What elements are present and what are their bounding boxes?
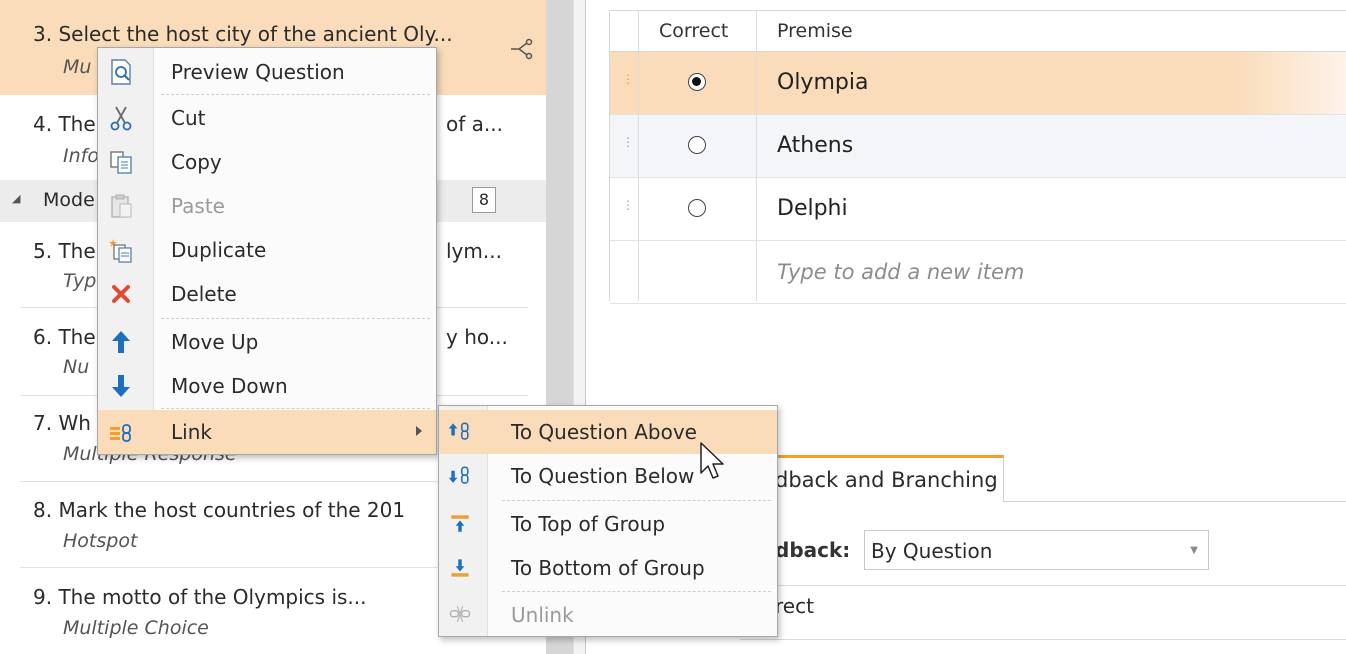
menu-item-move-up[interactable]: Move Up	[98, 320, 436, 364]
question-title: 9. The motto of the Olympics is...	[33, 585, 367, 609]
menu-item-label: Duplicate	[171, 238, 267, 262]
menu-item-paste[interactable]: Paste	[98, 184, 436, 228]
menu-item-duplicate[interactable]: Duplicate	[98, 228, 436, 272]
context-menu: Preview Question Cut Copy Paste Duplicat…	[97, 47, 437, 455]
menu-item-move-down[interactable]: Move Down	[98, 364, 436, 408]
link-submenu: To Question Above To Question Below To T…	[438, 405, 778, 637]
menu-item-cut[interactable]: Cut	[98, 96, 436, 140]
menu-item-link[interactable]: Link	[98, 410, 436, 454]
menu-item-label: Move Up	[171, 330, 259, 354]
menu-item-label: Preview Question	[171, 60, 345, 84]
group-count-badge: 8	[472, 187, 496, 213]
menu-item-label: Paste	[171, 194, 225, 218]
question-type: Nu	[63, 356, 90, 378]
question-title: 5. The	[33, 239, 96, 263]
new-item-placeholder[interactable]: Type to add a new item	[777, 241, 1024, 303]
menu-item-label: Unlink	[511, 603, 574, 627]
collapse-triangle-icon[interactable]: ◢	[12, 192, 20, 205]
question-type: Info	[63, 145, 99, 167]
preview-icon	[111, 59, 131, 85]
link-above-icon	[448, 422, 469, 440]
premise-cell[interactable]: Delphi	[777, 178, 848, 240]
menu-separator	[161, 408, 430, 409]
question-title: 8. Mark the host countries of the 201	[33, 498, 406, 522]
question-title: 7. Wh	[33, 411, 91, 435]
tab-feedback-branching[interactable]: dback and Branching	[740, 455, 1004, 502]
question-title: 6. The	[33, 325, 96, 349]
menu-separator	[502, 591, 771, 592]
divider	[740, 639, 1346, 640]
drag-handle-icon[interactable]: ⋮	[622, 136, 634, 148]
drag-handle-icon[interactable]: ⋮	[622, 199, 634, 211]
menu-item-delete[interactable]: Delete	[98, 272, 436, 316]
menu-item-unlink[interactable]: Unlink	[439, 593, 777, 637]
feedback-label: dback:	[775, 538, 851, 562]
bottom-of-group-icon	[451, 559, 469, 577]
correct-radio[interactable]	[688, 136, 706, 154]
unlink-icon	[449, 606, 471, 623]
chevron-down-icon: ▼	[1190, 545, 1198, 556]
menu-item-label: Delete	[171, 282, 237, 306]
divider	[740, 585, 1346, 586]
menu-item-label: To Top of Group	[511, 512, 666, 536]
feedback-select-value: By Question	[871, 539, 993, 563]
question-title: 4. The	[33, 112, 96, 136]
question-title-tail: y ho...	[446, 325, 508, 349]
menu-item-label: Cut	[171, 106, 206, 130]
arrow-up-icon	[112, 331, 130, 353]
premise-cell[interactable]: Olympia	[777, 52, 868, 114]
question-type: Typ	[63, 270, 97, 292]
scissors-icon	[110, 106, 132, 131]
column-header-premise[interactable]: Premise	[777, 11, 853, 51]
paste-icon	[111, 194, 132, 218]
question-title-tail: of a...	[446, 112, 503, 136]
branch-icon[interactable]	[509, 38, 535, 60]
menu-item-label: To Question Above	[511, 420, 697, 444]
submenu-arrow-icon	[416, 426, 422, 436]
grid-row[interactable]: ⋮ Delphi	[610, 178, 1346, 241]
menu-separator	[161, 94, 430, 95]
duplicate-icon	[109, 239, 132, 263]
answer-grid: Correct Premise ⋮ Olympia ⋮ Athens ⋮ Del…	[609, 10, 1346, 304]
grid-row[interactable]: ⋮ Olympia	[610, 52, 1346, 115]
question-type: Multiple Choice	[63, 617, 209, 639]
group-label: Mode	[43, 189, 95, 211]
tab-label: dback and Branching	[775, 468, 998, 492]
correct-row-label: rect	[775, 594, 814, 618]
question-type: Mu	[63, 56, 92, 78]
copy-icon	[110, 151, 132, 174]
mouse-cursor-icon	[700, 442, 724, 479]
arrow-down-icon	[112, 375, 130, 397]
menu-item-copy[interactable]: Copy	[98, 140, 436, 184]
grid-line	[638, 11, 639, 301]
feedback-select[interactable]: By Question ▼	[864, 530, 1209, 570]
link-below-icon	[448, 466, 469, 484]
menu-item-to-bottom-of-group[interactable]: To Bottom of Group	[439, 546, 777, 590]
menu-item-preview-question[interactable]: Preview Question	[98, 50, 436, 94]
menu-item-label: Move Down	[171, 374, 288, 398]
question-title-tail: lym...	[446, 239, 502, 263]
new-item-row[interactable]: Type to add a new item	[610, 241, 1346, 304]
menu-item-label: Copy	[171, 150, 222, 174]
question-type: Hotspot	[63, 530, 138, 552]
link-icon	[110, 424, 131, 442]
menu-separator	[502, 500, 771, 501]
correct-radio[interactable]	[688, 73, 706, 91]
menu-item-label: To Question Below	[511, 464, 695, 488]
correct-radio[interactable]	[688, 199, 706, 217]
premise-cell[interactable]: Athens	[777, 115, 853, 177]
menu-separator	[161, 318, 430, 319]
menu-item-label: Link	[171, 420, 212, 444]
menu-item-label: To Bottom of Group	[511, 556, 705, 580]
menu-item-to-top-of-group[interactable]: To Top of Group	[439, 502, 777, 546]
delete-icon	[112, 285, 130, 303]
grid-row[interactable]: ⋮ Athens	[610, 115, 1346, 178]
drag-handle-icon[interactable]: ⋮	[622, 73, 634, 85]
grid-line	[756, 11, 757, 301]
question-title: 3. Select the host city of the ancient O…	[33, 22, 453, 46]
column-header-correct[interactable]: Correct	[659, 11, 728, 51]
top-of-group-icon	[451, 515, 469, 532]
